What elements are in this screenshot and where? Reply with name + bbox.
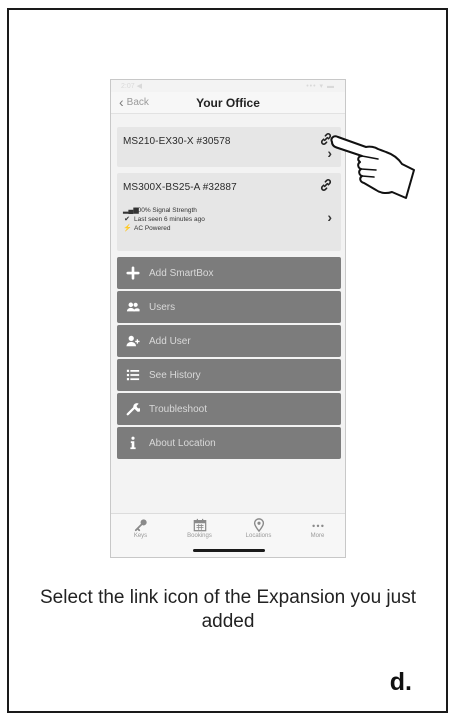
- menu-item-label: Troubleshoot: [149, 403, 207, 415]
- back-label: Back: [126, 96, 149, 108]
- device-name: MS210-EX30-X #30578: [123, 136, 231, 147]
- users-icon: [117, 300, 149, 314]
- menu-item-label: Add User: [149, 335, 191, 347]
- location-menu: Add SmartBox Users Add User See History …: [117, 257, 341, 461]
- signal-strength: 100% Signal Strength: [134, 207, 197, 214]
- device-row-expansion[interactable]: MS210-EX30-X #30578 ›: [117, 127, 341, 167]
- plus-icon: [117, 266, 149, 280]
- tab-label: More: [310, 533, 325, 539]
- device-row-smartbox[interactable]: MS300X-BS25-A #32887 ▂▄▆ 100% Signal Str…: [117, 173, 341, 251]
- menu-item-label: Add SmartBox: [149, 267, 214, 279]
- menu-item-about-location[interactable]: About Location: [117, 427, 341, 459]
- key-icon: [134, 519, 147, 532]
- menu-item-label: Users: [149, 301, 176, 313]
- menu-item-troubleshoot[interactable]: Troubleshoot: [117, 393, 341, 425]
- device-status: ▂▄▆ 100% Signal Strength ✔ Last seen 6 m…: [123, 206, 205, 233]
- calendar-icon: [193, 518, 206, 532]
- tab-bookings[interactable]: Bookings: [175, 518, 225, 539]
- tab-label: Keys: [133, 533, 148, 539]
- power-status: AC Powered: [134, 225, 171, 232]
- device-name: MS300X-BS25-A #32887: [123, 182, 237, 193]
- phone-screenshot: 2:07 ◀ ••• ▾ ▬ ‹ Back Your Office MS210-…: [110, 79, 346, 558]
- tab-label: Locations: [245, 533, 272, 539]
- instruction-caption: Select the link icon of the Expansion yo…: [39, 587, 416, 632]
- tab-bar: Keys Bookings Locations More: [111, 513, 345, 557]
- signal-icon: ▂▄▆: [123, 207, 139, 214]
- location-pin-icon: [253, 518, 264, 532]
- last-seen: Last seen 6 minutes ago: [134, 216, 205, 223]
- tab-label: Bookings: [187, 533, 212, 539]
- menu-item-see-history[interactable]: See History: [117, 359, 341, 391]
- wrench-icon: [117, 402, 149, 416]
- back-button[interactable]: ‹ Back: [119, 94, 149, 110]
- nav-bar: ‹ Back Your Office: [111, 92, 345, 114]
- pointing-hand-icon: [330, 135, 415, 199]
- menu-item-label: About Location: [149, 437, 216, 449]
- chevron-left-icon: ‹: [119, 94, 124, 110]
- status-bar: 2:07 ◀ ••• ▾ ▬: [111, 80, 345, 92]
- list-icon: [117, 368, 149, 382]
- info-icon: [117, 436, 149, 450]
- step-label: d.: [389, 668, 412, 696]
- page-title: Your Office: [196, 95, 260, 110]
- home-indicator: [193, 549, 265, 552]
- add-user-icon: [117, 334, 149, 348]
- status-icons: ••• ▾ ▬: [306, 83, 335, 90]
- bolt-icon: ⚡: [123, 225, 132, 232]
- status-time: 2:07 ◀: [121, 83, 142, 90]
- menu-item-add-user[interactable]: Add User: [117, 325, 341, 357]
- tab-more[interactable]: More: [293, 518, 343, 539]
- tab-keys[interactable]: Keys: [116, 518, 166, 539]
- more-icon: [311, 524, 324, 528]
- tab-locations[interactable]: Locations: [234, 518, 284, 539]
- menu-item-label: See History: [149, 369, 201, 381]
- checkmark-icon: ✔: [124, 216, 130, 223]
- menu-item-add-smartbox[interactable]: Add SmartBox: [117, 257, 341, 289]
- chevron-right-icon[interactable]: ›: [327, 209, 332, 225]
- menu-item-users[interactable]: Users: [117, 291, 341, 323]
